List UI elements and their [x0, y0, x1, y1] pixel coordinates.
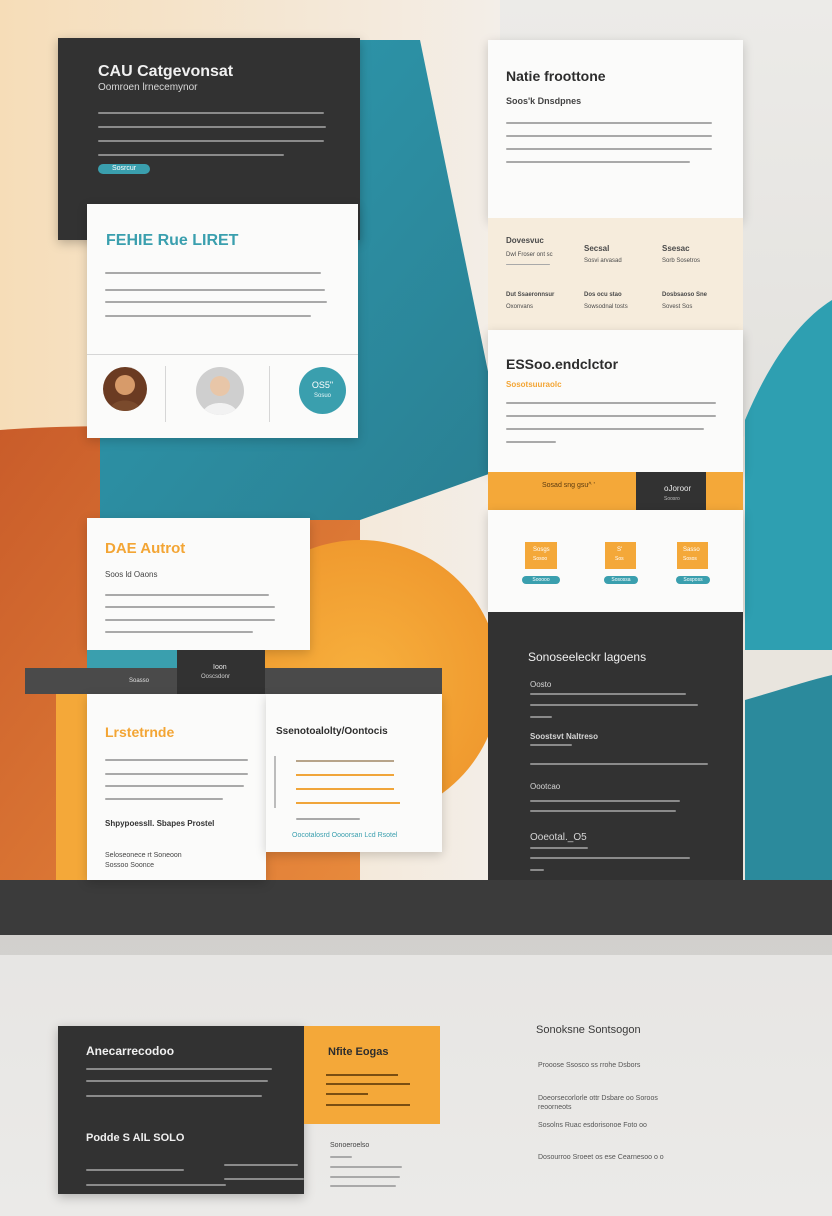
- tile-mid: Sosos: [683, 556, 697, 562]
- mid-bar-dark-bottom: Ooscsdonr: [201, 674, 231, 680]
- dark-panel-section-head: Ooeotal._O5: [530, 832, 587, 843]
- bottom-orange-card: Nfite Eogas: [304, 1026, 440, 1124]
- dark-panel-section-head: Soostsvt Naltreso: [530, 732, 599, 741]
- grid-cell-body: Sosvi arvasad: [584, 258, 622, 264]
- intro-card-subtitle: Oomroen lrnecemynor: [98, 82, 198, 93]
- avatar[interactable]: [196, 367, 244, 415]
- history-card-foot2: Sossoo Soonce: [105, 862, 155, 869]
- mid-bar-dark-top: Ioon: [213, 664, 227, 671]
- contacts-card-title: Ssenotoalolty/Oontocis: [276, 726, 388, 737]
- cta-bar-label: Sosad sng gsu^ ': [542, 482, 595, 489]
- contact-bubble-line2: Sosuo: [313, 393, 331, 399]
- about-card-subtitle: Soos ld Oaons: [105, 570, 158, 579]
- cta-bar-dark-bottom: Soosro: [664, 496, 680, 502]
- tile-top: Sosgs: [533, 547, 550, 553]
- grid-cell-head: Dosbsaoso Sne: [662, 292, 708, 298]
- bottom-dark-card: Anecarrecodoo Podde S AlL SOLO: [58, 1026, 304, 1194]
- tile[interactable]: Sasso Sosos: [677, 542, 708, 569]
- grid-cell-head: Ssesac: [662, 244, 690, 253]
- right-column-title: Sonoksne Sontsogon: [536, 1024, 641, 1036]
- bottom-orange-foot-head: Sonoeroelso: [330, 1142, 370, 1149]
- intro-card-button[interactable]: Sosrcur: [98, 164, 150, 174]
- history-card-bold: Shpypoessll. Sbapes Prostel: [105, 819, 215, 828]
- team-card: FEHIE Rue LIRET OS5" Sosuo: [87, 204, 358, 438]
- history-card-foot1: Seloseonece rt Soneoon: [105, 852, 182, 859]
- tile-button[interactable]: Sosossa: [604, 576, 638, 584]
- grid-cell-body: Sowsodnal tosts: [584, 304, 628, 310]
- dark-panel: Sonoseeleckr lagoens Oosto Soostsvt Nalt…: [488, 612, 743, 880]
- about-card-title: DAE Autrot: [105, 540, 186, 557]
- feature-card: Natie froottone Soos'k Dnsdpnes: [488, 40, 743, 220]
- cta-bar-dark[interactable]: oJoroor Soosro: [636, 472, 706, 510]
- mid-bar[interactable]: Soasso: [25, 668, 177, 694]
- tile-mid: Sos: [615, 556, 624, 562]
- right-column-item[interactable]: Prooose Ssosco ss rrohe Dsbors: [538, 1062, 640, 1069]
- dark-panel-section-head: Oootcao: [530, 782, 561, 791]
- right-column-item[interactable]: Sosolns Ruac esdorisonoe Foto oo: [538, 1122, 647, 1129]
- team-card-title: FEHIE Rue LIRET: [106, 232, 239, 249]
- tiles-card: Sosgs Sosoo Sooooo S' Sos Sosossa Sasso …: [488, 510, 743, 612]
- contacts-card-link[interactable]: Oocotalosrd Oooorsan Lcd Rsotel: [292, 832, 397, 839]
- contact-bubble[interactable]: OS5" Sosuo: [299, 367, 346, 414]
- mid-bar-label: Soasso: [129, 678, 150, 684]
- info-grid: Dovesvuc Dwl Froser ont sc Secsal Sosvi …: [488, 218, 743, 330]
- grid-cell-head: Dut Ssaeronnsur: [506, 292, 555, 298]
- intro-card-title: CAU Catgevonsat: [98, 63, 234, 80]
- about-card: DAE Autrot Soos ld Oaons: [87, 518, 310, 650]
- tile-button[interactable]: Sosposs: [676, 576, 710, 584]
- feature-card-subtitle: Soos'k Dnsdpnes: [506, 96, 582, 106]
- details-card-subtitle: Sosotsuuraolc: [506, 380, 562, 389]
- tile-button[interactable]: Sooooo: [522, 576, 560, 584]
- details-card: ESSoo.endclctor Sosotsuuraolc: [488, 330, 743, 472]
- tile-top: Sasso: [683, 547, 700, 553]
- right-column-item[interactable]: Dosourroo Sroeet os ese Cearnesoo o o: [538, 1154, 664, 1161]
- contact-bubble-line1: OS5": [311, 380, 334, 390]
- cta-bar[interactable]: Sosad sng gsu^ ': [488, 472, 636, 510]
- dark-panel-title: Sonoseeleckr lagoens: [528, 650, 647, 664]
- tile-mid: Sosoo: [533, 556, 548, 562]
- dark-panel-section-head: Oosto: [530, 680, 552, 689]
- cta-bar-dark-top: oJoroor: [664, 484, 692, 493]
- grid-cell-head: Dovesvuc: [506, 236, 544, 245]
- grid-cell-body: Sorb Sosetros: [662, 258, 701, 264]
- feature-card-title: Natie froottone: [506, 68, 606, 84]
- tile-top: S': [617, 547, 623, 553]
- details-card-title: ESSoo.endclctor: [506, 356, 619, 372]
- bottom-orange-card-title: Nfite Eogas: [328, 1046, 389, 1058]
- grid-cell-head: Secsal: [584, 244, 610, 253]
- grid-cell-body: Oxonvans: [506, 304, 534, 310]
- mid-bar-dark[interactable]: Ioon Ooscsdonr: [177, 650, 265, 694]
- grid-cell-head: Dos ocu stao: [584, 292, 622, 298]
- bottom-dark-card-bold: Podde S AlL SOLO: [86, 1132, 185, 1144]
- tile[interactable]: S' Sos: [605, 542, 636, 569]
- grid-cell-body: Sovest Sos: [662, 304, 693, 310]
- person-icon: [202, 376, 238, 415]
- contacts-card: Ssenotoalolty/Oontocis Oocotalosrd Oooor…: [266, 694, 442, 852]
- right-column-item[interactable]: Doeorsecorlorle ottr Dsbare oo Soroos re…: [538, 1094, 668, 1112]
- tile[interactable]: Sosgs Sosoo: [525, 542, 557, 569]
- person-icon: [109, 375, 141, 411]
- history-card: Lrstetrnde Shpypoessll. Sbapes Prostel S…: [87, 694, 266, 880]
- bottom-dark-card-title: Anecarrecodoo: [86, 1044, 175, 1058]
- grid-cell-body: Dwl Froser ont sc: [506, 252, 553, 258]
- history-card-title: Lrstetrnde: [105, 724, 175, 740]
- avatar[interactable]: [103, 367, 147, 411]
